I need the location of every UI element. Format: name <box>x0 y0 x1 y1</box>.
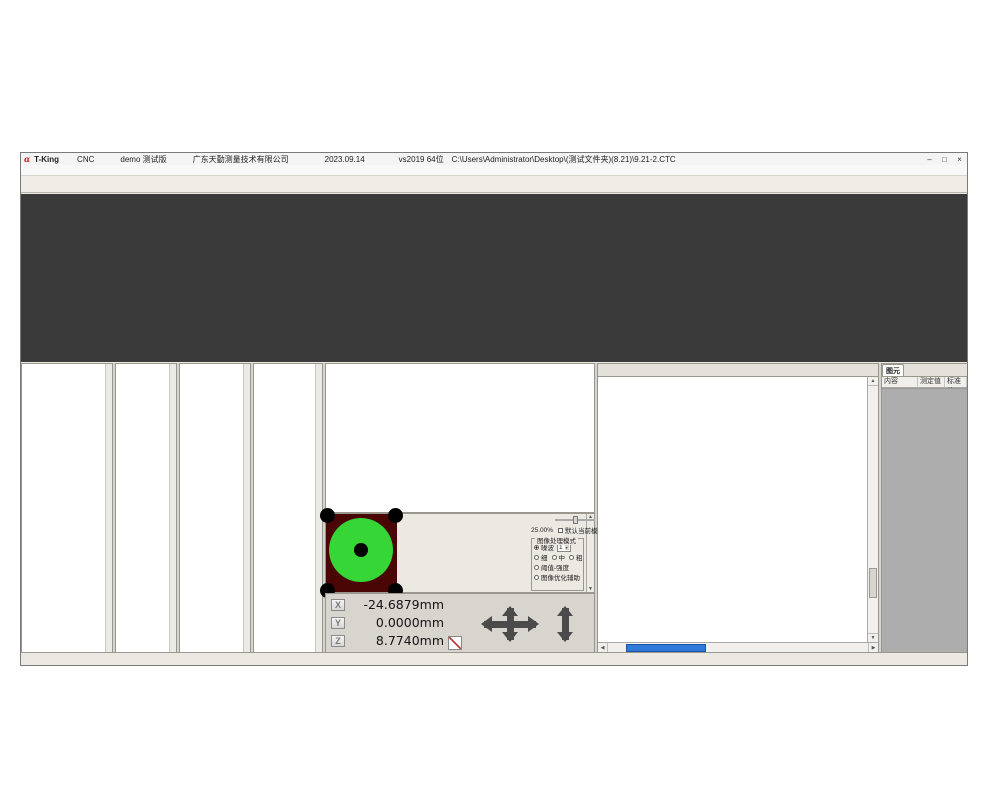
element-list-panel-3[interactable] <box>179 363 251 654</box>
table-tabs <box>598 364 878 377</box>
maximize-button[interactable]: □ <box>937 155 952 164</box>
light-control-panel: 25.00% 默认当前模式 图像处理模式 噪波 1▾ <box>325 513 595 593</box>
table-vertical-scrollbar[interactable]: ▲ ▼ <box>867 377 878 642</box>
element-list-panel-1[interactable] <box>21 363 113 654</box>
z-coordinate-value: 8.7740mm <box>352 633 444 648</box>
title-date: 2023.09.14 <box>325 155 365 164</box>
detail-col-content: 内容 <box>882 377 918 387</box>
master-light-slider[interactable] <box>555 519 595 521</box>
element-list-panel-2[interactable] <box>115 363 177 654</box>
vertical-scroll-thumb[interactable] <box>869 568 877 598</box>
file-path: C:\Users\Administrator\Desktop\(测试文件夹)(8… <box>452 154 922 165</box>
toolbar <box>21 176 967 193</box>
app-logo: α <box>24 154 30 164</box>
fine-label: 细 <box>541 552 548 562</box>
detail-panel-empty-area <box>882 388 967 653</box>
coarse-radio[interactable] <box>569 555 574 560</box>
x-coordinate-value: -24.6879mm <box>352 597 444 612</box>
app-module: CNC <box>77 155 94 164</box>
threshold-label: 阈值-强度 <box>541 562 569 572</box>
noise-radio[interactable] <box>534 545 539 550</box>
scroll-down-arrow-icon[interactable]: ▼ <box>868 633 878 642</box>
corner-led-icon <box>388 508 403 523</box>
title-bar: α T-King CNC demo 测试版 广东天勤测量技术有限公司 2023.… <box>21 153 967 165</box>
element-list-panel-4[interactable] <box>253 363 323 654</box>
table-grid <box>598 377 867 642</box>
threshold-radio[interactable] <box>534 565 539 570</box>
status-bar <box>21 652 967 665</box>
light-mode-buttons <box>397 514 413 592</box>
master-light-percent: 25.00% <box>531 527 553 534</box>
medium-label: 中 <box>559 552 566 562</box>
close-button[interactable]: × <box>952 155 967 164</box>
diagonal-move-button[interactable] <box>448 636 462 650</box>
app-name: T-King <box>34 155 59 164</box>
coordinate-readout: X -24.6879mm Y 0.0000mm Z 8.7740mm <box>325 593 595 654</box>
light-options: 25.00% 默认当前模式 图像处理模式 噪波 1▾ <box>529 514 586 592</box>
image-mode-group: 图像处理模式 噪波 1▾ 细 中 <box>531 538 584 591</box>
medium-radio[interactable] <box>552 555 557 560</box>
document-name: demo 测试版 <box>120 154 166 165</box>
tab-element[interactable]: 图元 <box>882 364 904 376</box>
image-mode-group-title: 图像处理模式 <box>535 535 578 545</box>
light-sliders <box>413 514 529 592</box>
minimize-button[interactable]: – <box>922 155 937 164</box>
main-area: 25.00% 默认当前模式 图像处理模式 噪波 1▾ <box>21 363 968 654</box>
z-jog-arrows-icon[interactable] <box>562 608 569 640</box>
y-axis-icon: Y <box>331 617 345 629</box>
x-axis-icon: X <box>331 599 345 611</box>
coarse-label: 粗 <box>576 552 582 562</box>
corner-led-icon <box>320 508 335 523</box>
app-window: α T-King CNC demo 测试版 广东天勤测量技术有限公司 2023.… <box>20 152 968 666</box>
detail-col-standard: 标准值 <box>945 377 967 387</box>
detail-col-measured: 测定值 <box>918 377 945 387</box>
optimize-label: 图像优化辅助 <box>541 572 580 582</box>
ring-light-circle-icon[interactable] <box>329 518 393 582</box>
center-column: 25.00% 默认当前模式 图像处理模式 噪波 1▾ <box>325 363 595 654</box>
camera-row <box>21 194 968 362</box>
menu-bar <box>21 165 967 176</box>
optimize-radio[interactable] <box>534 575 539 580</box>
company-name: 广东天勤测量技术有限公司 <box>193 154 289 165</box>
horizontal-scroll-thumb[interactable] <box>626 644 706 652</box>
default-mode-checkbox[interactable] <box>558 528 563 533</box>
scroll-up-arrow-icon[interactable]: ▲ <box>868 377 878 386</box>
fine-radio[interactable] <box>534 555 539 560</box>
element-detail-panel: 图元 内容 测定值 标准值 <box>881 363 968 654</box>
measure-toolbox <box>325 363 595 513</box>
y-coordinate-value: 0.0000mm <box>352 615 444 630</box>
ring-light-preview[interactable] <box>326 514 397 592</box>
measurement-data-table: ▲ ▼ ◀ ▶ <box>597 363 879 654</box>
z-axis-icon: Z <box>331 635 345 647</box>
y-jog-arrows-icon[interactable] <box>507 608 514 640</box>
build-info: vs2019 64位 <box>399 154 444 165</box>
